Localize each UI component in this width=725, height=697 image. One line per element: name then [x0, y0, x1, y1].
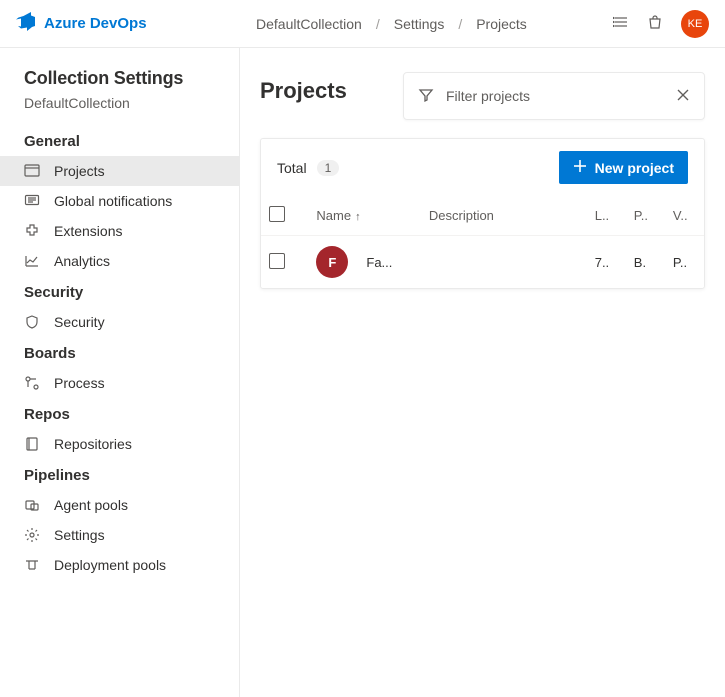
product-logo[interactable]: Azure DevOps	[16, 12, 240, 36]
deployment-icon	[24, 557, 40, 573]
sidebar-group-pipelines: Pipelines	[0, 459, 239, 490]
breadcrumb-separator: /	[458, 16, 462, 32]
sidebar-group-security: Security	[0, 276, 239, 307]
analytics-icon	[24, 253, 40, 269]
sidebar-item-label: Agent pools	[54, 497, 128, 513]
sidebar-item-agent-pools[interactable]: Agent pools	[0, 490, 239, 520]
sidebar-item-analytics[interactable]: Analytics	[0, 246, 239, 276]
plus-icon	[573, 159, 587, 176]
sidebar-group-general: General	[0, 125, 239, 156]
sidebar-item-security[interactable]: Security	[0, 307, 239, 337]
breadcrumb: DefaultCollection / Settings / Projects	[240, 16, 613, 32]
list-icon[interactable]	[613, 14, 629, 33]
sidebar-item-label: Process	[54, 375, 105, 391]
process-icon	[24, 375, 40, 391]
page-title: Projects	[260, 72, 347, 104]
product-name: Azure DevOps	[44, 15, 147, 32]
sidebar-item-process[interactable]: Process	[0, 368, 239, 398]
sidebar-item-label: Projects	[54, 163, 105, 179]
sort-arrow-icon: ↑	[355, 211, 361, 223]
global-header: Azure DevOps DefaultCollection / Setting…	[0, 0, 725, 48]
sidebar-item-label: Global notifications	[54, 193, 172, 209]
project-avatar: F	[316, 246, 348, 278]
filter-projects-box[interactable]	[403, 72, 705, 120]
sidebar-item-projects[interactable]: Projects	[0, 156, 239, 186]
sidebar-item-label: Analytics	[54, 253, 110, 269]
project-name: Fa...	[366, 255, 392, 270]
notifications-icon	[24, 193, 40, 209]
project-description	[421, 236, 587, 289]
sidebar-group-boards: Boards	[0, 337, 239, 368]
breadcrumb-separator: /	[376, 16, 380, 32]
project-visibility: P..	[665, 236, 704, 289]
sidebar-item-extensions[interactable]: Extensions	[0, 216, 239, 246]
sidebar-item-label: Extensions	[54, 223, 122, 239]
sidebar-item-global-notifications[interactable]: Global notifications	[0, 186, 239, 216]
sidebar-item-label: Repositories	[54, 436, 132, 452]
column-header-name[interactable]: Name↑	[308, 196, 421, 236]
sidebar-title: Collection Settings	[0, 68, 239, 93]
filter-input[interactable]	[446, 88, 664, 104]
project-process[interactable]: B.	[626, 236, 665, 289]
projects-icon	[24, 163, 40, 179]
shield-icon	[24, 314, 40, 330]
checkbox-icon[interactable]	[269, 206, 285, 222]
gear-icon	[24, 527, 40, 543]
sidebar-subtitle: DefaultCollection	[0, 93, 239, 125]
azure-devops-icon	[16, 12, 36, 36]
extensions-icon	[24, 223, 40, 239]
breadcrumb-item[interactable]: Settings	[394, 16, 445, 32]
main-content: Projects Total 1	[240, 48, 725, 697]
count-badge: 1	[317, 160, 340, 176]
new-project-button[interactable]: New project	[559, 151, 688, 184]
column-header-process[interactable]: P..	[626, 196, 665, 236]
header-actions: KE	[613, 10, 709, 38]
column-header-last-update[interactable]: L..	[587, 196, 626, 236]
column-header-description[interactable]: Description	[421, 196, 587, 236]
sidebar-item-pipeline-settings[interactable]: Settings	[0, 520, 239, 550]
sidebar-item-repositories[interactable]: Repositories	[0, 429, 239, 459]
projects-table: Name↑ Description L.. P.. V.. F Fa...	[261, 196, 704, 288]
projects-table-card: Total 1 New project Name↑ Description	[260, 138, 705, 289]
project-last-update: 7..	[587, 236, 626, 289]
breadcrumb-item[interactable]: Projects	[476, 16, 527, 32]
table-row[interactable]: F Fa... 7.. B. P..	[261, 236, 704, 289]
shopping-bag-icon[interactable]	[647, 14, 663, 33]
total-count: Total 1	[277, 160, 339, 176]
row-checkbox[interactable]	[269, 253, 285, 269]
sidebar-item-deployment-pools[interactable]: Deployment pools	[0, 550, 239, 580]
user-avatar[interactable]: KE	[681, 10, 709, 38]
column-header-visibility[interactable]: V..	[665, 196, 704, 236]
sidebar-group-repos: Repos	[0, 398, 239, 429]
filter-icon	[418, 87, 434, 106]
close-icon[interactable]	[676, 88, 690, 105]
repo-icon	[24, 436, 40, 452]
column-header-select[interactable]	[261, 196, 308, 236]
sidebar-item-label: Settings	[54, 527, 105, 543]
agent-icon	[24, 497, 40, 513]
breadcrumb-item[interactable]: DefaultCollection	[256, 16, 362, 32]
sidebar-item-label: Deployment pools	[54, 557, 166, 573]
sidebar-item-label: Security	[54, 314, 105, 330]
sidebar: Collection Settings DefaultCollection Ge…	[0, 48, 240, 697]
